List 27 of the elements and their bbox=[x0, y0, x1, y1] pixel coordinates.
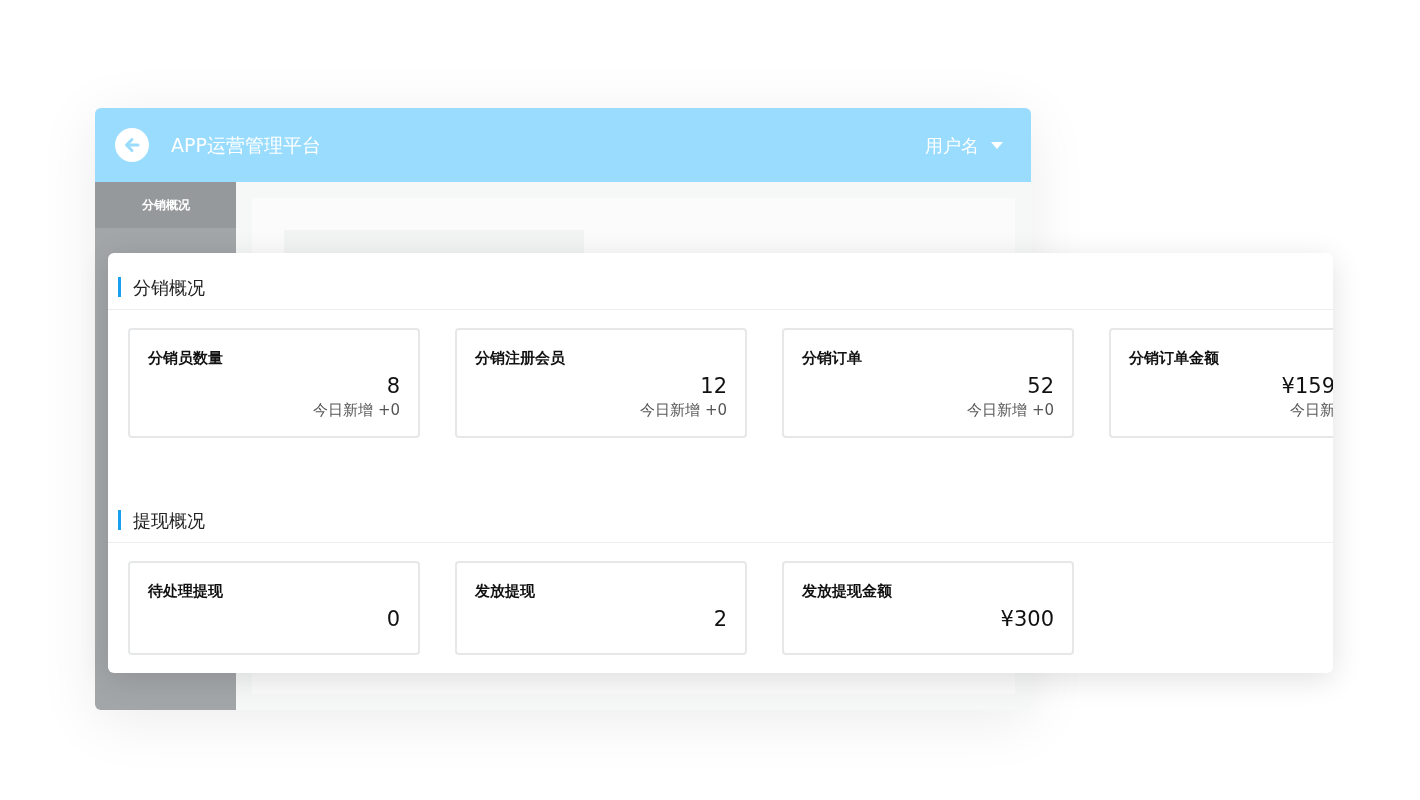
stat-label: 待处理提现 bbox=[148, 581, 224, 601]
stat-label: 分销订单 bbox=[802, 348, 863, 368]
stat-label: 发放提现金额 bbox=[802, 581, 893, 601]
app-title: APP运营管理平台 bbox=[171, 132, 321, 158]
sidebar-item[interactable]: 分销概况 bbox=[95, 182, 236, 228]
stat-label: 发放提现 bbox=[475, 581, 536, 601]
stat-label: 分销订单金额 bbox=[1129, 348, 1220, 368]
today-new-text: 今日新增 +0 bbox=[967, 400, 1054, 420]
back-arrow-icon bbox=[123, 136, 141, 154]
stat-value: 12 bbox=[700, 373, 727, 400]
back-button[interactable] bbox=[115, 128, 149, 162]
section-marker bbox=[118, 510, 121, 530]
caret-icon bbox=[991, 141, 1003, 149]
stat-value: 2 bbox=[713, 606, 727, 633]
stat-value: 52 bbox=[1027, 373, 1054, 400]
section-title: 提现概况 bbox=[133, 508, 205, 533]
section-marker bbox=[118, 277, 121, 297]
stat-value: 8 bbox=[386, 373, 400, 400]
stat-value: ¥300 bbox=[1000, 606, 1054, 633]
stat-value: ¥159 bbox=[1281, 373, 1333, 400]
stat-value: 0 bbox=[386, 606, 400, 633]
stat-label: 分销员数量 bbox=[148, 348, 224, 368]
today-new-text: 今日新增 +0 bbox=[313, 400, 400, 420]
user-menu[interactable]: 用户名 bbox=[925, 131, 1003, 159]
today-new-text: 今日新增 +0 bbox=[640, 400, 727, 420]
stat-label: 分销注册会员 bbox=[475, 348, 566, 368]
section-title: 分销概况 bbox=[133, 275, 205, 300]
